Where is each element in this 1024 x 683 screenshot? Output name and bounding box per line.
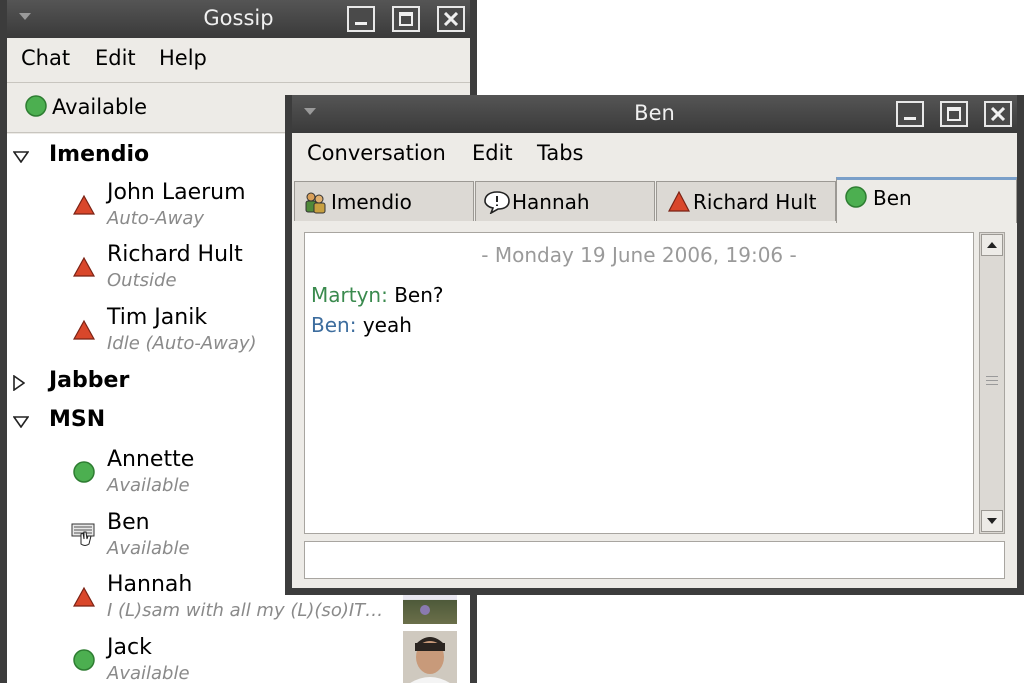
close-icon bbox=[444, 12, 458, 26]
menu-conversation[interactable]: Conversation bbox=[307, 141, 446, 165]
avatar-photo-icon bbox=[403, 631, 457, 683]
contact-status: I (L)sam with all my (L)(so)IT… bbox=[107, 600, 384, 621]
contact-status: Auto-Away bbox=[107, 208, 205, 229]
menu-chat[interactable]: Chat bbox=[21, 46, 70, 70]
away-triangle-icon bbox=[73, 586, 95, 607]
tab-label: Richard Hult bbox=[693, 190, 817, 214]
gossip-menubar: Chat Edit Help bbox=[7, 38, 470, 82]
message-sender: Ben: bbox=[311, 313, 357, 337]
contact-status: Available bbox=[107, 475, 190, 496]
contact-status: Available bbox=[107, 663, 190, 683]
contact-name: Richard Hult bbox=[107, 242, 243, 267]
chat-message: Martyn: Ben? bbox=[311, 283, 444, 307]
scrollbar-grip[interactable] bbox=[986, 376, 998, 377]
group-name: Imendio bbox=[49, 142, 150, 167]
scroll-down-button[interactable] bbox=[981, 510, 1003, 532]
conversation-menubar: Conversation Edit Tabs bbox=[292, 133, 1017, 177]
maximize-icon bbox=[947, 107, 961, 121]
presence-label: Available bbox=[52, 95, 148, 119]
chat-date-line: - Monday 19 June 2006, 19:06 - bbox=[481, 243, 797, 267]
tab-ben[interactable]: Ben bbox=[836, 177, 1017, 223]
conversation-titlebar[interactable]: Ben bbox=[292, 95, 1017, 133]
close-icon bbox=[991, 107, 1005, 121]
tab-label: Imendio bbox=[331, 190, 412, 214]
close-button[interactable] bbox=[437, 6, 465, 32]
contact-status: Outside bbox=[107, 270, 177, 291]
available-dot-icon bbox=[73, 461, 95, 483]
close-button[interactable] bbox=[984, 101, 1012, 127]
contact-name: Hannah bbox=[107, 572, 193, 597]
message-text: Ben? bbox=[394, 283, 444, 307]
expander-open-icon bbox=[13, 151, 29, 163]
contact-name: Jack bbox=[107, 635, 152, 660]
available-dot-icon bbox=[845, 186, 867, 208]
typing-keyboard-icon bbox=[71, 523, 95, 546]
menu-edit[interactable]: Edit bbox=[95, 46, 136, 70]
chat-message: Ben: yeah bbox=[311, 313, 412, 337]
contact-avatar bbox=[403, 631, 457, 683]
expander-closed-icon bbox=[13, 375, 25, 391]
minimize-button[interactable] bbox=[896, 101, 924, 127]
conversation-window: Ben Conversation Edit Tabs Imendio Hanna… bbox=[285, 95, 1024, 595]
arrow-up-icon bbox=[987, 242, 997, 248]
chat-scrollbar[interactable] bbox=[979, 232, 1005, 534]
away-triangle-icon bbox=[73, 256, 95, 277]
maximize-icon bbox=[399, 12, 413, 26]
scroll-up-button[interactable] bbox=[981, 234, 1003, 256]
message-text: yeah bbox=[362, 313, 412, 337]
menu-help[interactable]: Help bbox=[159, 46, 207, 70]
message-input[interactable] bbox=[304, 541, 1005, 579]
tab-label: Hannah bbox=[512, 190, 590, 214]
menu-tabs[interactable]: Tabs bbox=[537, 141, 584, 165]
minimize-icon bbox=[355, 22, 367, 25]
contact-status: Idle (Auto-Away) bbox=[107, 333, 257, 354]
chat-history[interactable]: - Monday 19 June 2006, 19:06 - Martyn: B… bbox=[304, 232, 974, 534]
contact-item[interactable]: Jack Available bbox=[7, 635, 467, 683]
away-triangle-icon bbox=[73, 319, 95, 340]
maximize-button[interactable] bbox=[392, 6, 420, 32]
group-name: MSN bbox=[49, 407, 106, 432]
menu-edit[interactable]: Edit bbox=[472, 141, 513, 165]
contact-name: John Laerum bbox=[107, 180, 246, 205]
away-triangle-icon bbox=[73, 194, 95, 215]
message-bubble-icon bbox=[484, 191, 510, 214]
menubar-divider bbox=[7, 82, 470, 83]
available-dot-icon bbox=[25, 95, 47, 117]
message-sender: Martyn: bbox=[311, 283, 388, 307]
minimize-button[interactable] bbox=[347, 6, 375, 32]
tab-imendio[interactable]: Imendio bbox=[294, 181, 474, 221]
gossip-titlebar[interactable]: Gossip bbox=[7, 0, 470, 38]
minimize-icon bbox=[904, 117, 916, 120]
expander-open-icon bbox=[13, 416, 29, 428]
arrow-down-icon bbox=[987, 518, 997, 524]
tab-richard-hult[interactable]: Richard Hult bbox=[656, 181, 836, 221]
away-triangle-icon bbox=[668, 190, 690, 212]
contact-name: Annette bbox=[107, 447, 195, 472]
contact-status: Available bbox=[107, 538, 190, 559]
group-chat-icon bbox=[305, 192, 326, 214]
tab-label: Ben bbox=[873, 186, 912, 210]
conversation-tabs: Imendio Hannah Richard Hult Ben bbox=[292, 177, 1017, 223]
maximize-button[interactable] bbox=[940, 101, 968, 127]
group-name: Jabber bbox=[49, 368, 130, 393]
contact-name: Tim Janik bbox=[107, 305, 208, 330]
contact-name: Ben bbox=[107, 510, 150, 535]
available-dot-icon bbox=[73, 649, 95, 671]
tab-hannah[interactable]: Hannah bbox=[475, 181, 655, 221]
